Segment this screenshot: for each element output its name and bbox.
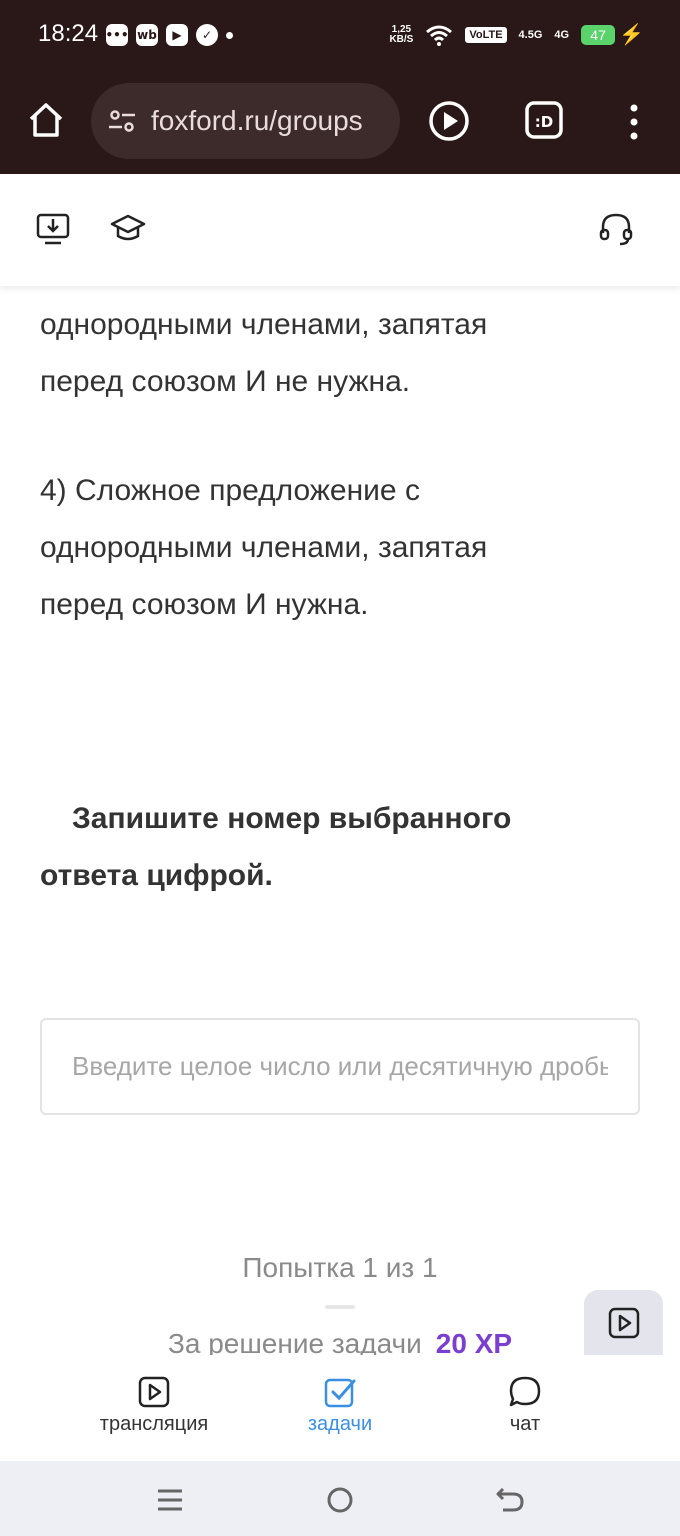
text-line: ответа цифрой. [40, 859, 273, 892]
svg-text::D: :D [535, 113, 553, 131]
answer-input[interactable] [40, 1018, 640, 1115]
text-line: Запишите номер выбранного [72, 802, 512, 835]
graduation-cap-icon[interactable] [110, 211, 146, 247]
nav-label: трансляция [99, 1413, 209, 1435]
network-type-1: 4.5G [518, 28, 543, 41]
download-screen-icon[interactable] [35, 211, 71, 247]
home-circle-icon[interactable] [323, 1483, 357, 1517]
site-settings-icon[interactable] [107, 106, 137, 136]
more-dot-icon [226, 31, 233, 39]
wifi-icon [426, 25, 453, 46]
more-menu-icon[interactable] [622, 102, 646, 142]
notification-icons: ••• wb ▶ ✓ [106, 24, 233, 46]
answer-option-4: 4) Сложное предложение с однородными чле… [40, 462, 487, 633]
text-line: перед союзом И не нужна. [40, 365, 411, 398]
nav-chat[interactable]: чат [435, 1375, 615, 1436]
support-headset-icon[interactable] [598, 211, 634, 247]
divider [325, 1305, 355, 1309]
nav-label: чат [509, 1413, 541, 1435]
text-line: однородными членами, запятая [40, 531, 488, 564]
attempt-counter: Попытка 1 из 1 [242, 1252, 438, 1283]
network-speed: 1,25 KB/S [389, 23, 414, 45]
speed-value: 1,25 [391, 23, 412, 35]
charging-icon: ⚡ [619, 24, 644, 46]
text-line: 4) Сложное предложение с [40, 474, 420, 507]
speed-unit: KB/S [389, 33, 414, 45]
address-bar[interactable]: foxford.ru/groups [91, 83, 400, 159]
network-type-2: 4G [554, 28, 570, 41]
browser-toolbar: foxford.ru/groups :D [0, 74, 680, 174]
chat-icon [509, 1376, 541, 1407]
app-toolbar [0, 174, 680, 286]
chat-bubble-icon: ••• [106, 24, 129, 46]
nav-label: задачи [307, 1413, 373, 1435]
url-text: foxford.ru/groups [151, 105, 363, 136]
task-instruction: Запишите номер выбранного ответа цифрой. [40, 790, 511, 904]
answer-option-3-tail: однородными членами, запятая перед союзо… [40, 296, 487, 410]
extension-icon[interactable]: :D [524, 100, 564, 140]
nav-broadcast[interactable]: трансляция [64, 1375, 244, 1436]
play-circle-icon[interactable] [428, 100, 470, 142]
back-icon[interactable] [493, 1483, 527, 1517]
task-check-icon [324, 1378, 356, 1408]
text-line: перед союзом И нужна. [40, 588, 369, 621]
system-navigation-bar [0, 1461, 680, 1536]
check-circle-icon: ✓ [196, 24, 218, 46]
status-time: 18:24 [38, 20, 99, 47]
video-floating-button[interactable] [584, 1290, 663, 1356]
home-icon[interactable] [26, 100, 66, 140]
volte-badge: VoLTE [465, 26, 507, 43]
battery-icon: 47 [581, 24, 616, 45]
video-play-icon [138, 1376, 170, 1408]
status-bar: 18:24 ••• wb ▶ ✓ 1,25 KB/S VoLTE 4.5G 4G… [0, 0, 680, 74]
text-line: однородными членами, запятая [40, 308, 488, 341]
status-right: 1,25 KB/S VoLTE 4.5G 4G 47 ⚡ [389, 22, 644, 47]
bottom-navigation: трансляция задачи чат [0, 1355, 680, 1461]
nav-tasks[interactable]: задачи [250, 1375, 430, 1436]
recent-apps-icon[interactable] [153, 1483, 187, 1517]
wb-icon: wb [136, 24, 158, 46]
video-play-icon [608, 1307, 639, 1339]
youtube-icon: ▶ [166, 24, 188, 46]
